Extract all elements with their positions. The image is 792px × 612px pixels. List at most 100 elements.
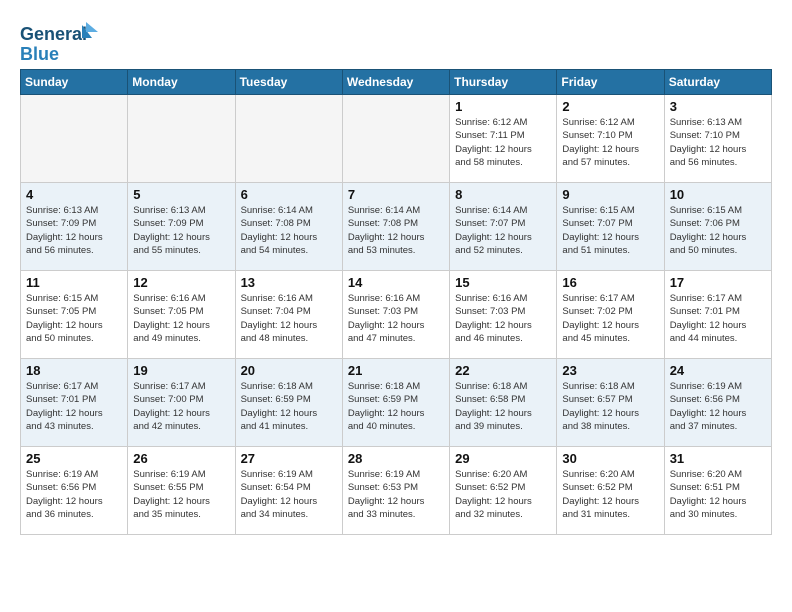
day-number: 16 — [562, 275, 658, 290]
col-header-monday: Monday — [128, 70, 235, 95]
day-number: 12 — [133, 275, 229, 290]
col-header-tuesday: Tuesday — [235, 70, 342, 95]
calendar-cell: 29 Sunrise: 6:20 AMSunset: 6:52 PMDayligh… — [450, 447, 557, 535]
calendar-cell: 27Sunrise: 6:19 AMSunset: 6:54 PMDayligh… — [235, 447, 342, 535]
logo: GeneralBlue — [20, 20, 100, 65]
day-info: Sunrise: 6:13 AMSunset: 7:09 PMDaylight:… — [26, 204, 122, 257]
calendar-cell: 4 Sunrise: 6:13 AMSunset: 7:09 PMDaylight… — [21, 183, 128, 271]
day-number: 6 — [241, 187, 337, 202]
calendar-cell: 28Sunrise: 6:19 AMSunset: 6:53 PMDayligh… — [342, 447, 449, 535]
calendar-week-row: 1 Sunrise: 6:12 AMSunset: 7:11 PMDaylight… — [21, 95, 772, 183]
svg-text:Blue: Blue — [20, 44, 59, 64]
day-info: Sunrise: 6:16 AMSunset: 7:04 PMDaylight:… — [241, 292, 337, 345]
calendar-cell: 21 Sunrise: 6:18 AMSunset: 6:59 PMDayligh… — [342, 359, 449, 447]
day-info: Sunrise: 6:14 AMSunset: 7:08 PMDaylight:… — [241, 204, 337, 257]
calendar-cell: 12Sunrise: 6:16 AMSunset: 7:05 PMDayligh… — [128, 271, 235, 359]
calendar-cell: 22Sunrise: 6:18 AMSunset: 6:58 PMDayligh… — [450, 359, 557, 447]
day-info: Sunrise: 6:13 AMSunset: 7:10 PMDaylight:… — [670, 116, 766, 169]
calendar-cell — [342, 95, 449, 183]
day-info: Sunrise: 6:15 AMSunset: 7:05 PMDaylight:… — [26, 292, 122, 345]
day-info: Sunrise: 6:17 AMSunset: 7:01 PMDaylight:… — [26, 380, 122, 433]
calendar-cell: 9Sunrise: 6:15 AMSunset: 7:07 PMDaylight… — [557, 183, 664, 271]
day-info: Sunrise: 6:20 AMSunset: 6:52 PMDaylight:… — [562, 468, 658, 521]
calendar-cell: 15 Sunrise: 6:16 AMSunset: 7:03 PMDayligh… — [450, 271, 557, 359]
day-info: Sunrise: 6:15 AMSunset: 7:07 PMDaylight:… — [562, 204, 658, 257]
calendar-table: SundayMondayTuesdayWednesdayThursdayFrid… — [20, 69, 772, 535]
day-number: 30 — [562, 451, 658, 466]
day-number: 15 — [455, 275, 551, 290]
col-header-saturday: Saturday — [664, 70, 771, 95]
calendar-cell: 23 Sunrise: 6:18 AMSunset: 6:57 PMDayligh… — [557, 359, 664, 447]
day-number: 10 — [670, 187, 766, 202]
calendar-cell: 10Sunrise: 6:15 AMSunset: 7:06 PMDayligh… — [664, 183, 771, 271]
day-info: Sunrise: 6:18 AMSunset: 6:59 PMDaylight:… — [241, 380, 337, 433]
day-info: Sunrise: 6:12 AMSunset: 7:10 PMDaylight:… — [562, 116, 658, 169]
col-header-friday: Friday — [557, 70, 664, 95]
day-number: 5 — [133, 187, 229, 202]
day-info: Sunrise: 6:14 AMSunset: 7:07 PMDaylight:… — [455, 204, 551, 257]
calendar-cell: 17 Sunrise: 6:17 AMSunset: 7:01 PMDayligh… — [664, 271, 771, 359]
calendar-cell: 16 Sunrise: 6:17 AMSunset: 7:02 PMDayligh… — [557, 271, 664, 359]
day-number: 28 — [348, 451, 444, 466]
day-info: Sunrise: 6:17 AMSunset: 7:02 PMDaylight:… — [562, 292, 658, 345]
day-info: Sunrise: 6:18 AMSunset: 6:58 PMDaylight:… — [455, 380, 551, 433]
day-number: 26 — [133, 451, 229, 466]
calendar-cell: 18 Sunrise: 6:17 AMSunset: 7:01 PMDayligh… — [21, 359, 128, 447]
day-number: 21 — [348, 363, 444, 378]
logo-svg: GeneralBlue — [20, 20, 100, 65]
calendar-cell: 19 Sunrise: 6:17 AMSunset: 7:00 PMDayligh… — [128, 359, 235, 447]
day-number: 1 — [455, 99, 551, 114]
calendar-cell: 6 Sunrise: 6:14 AMSunset: 7:08 PMDaylight… — [235, 183, 342, 271]
day-info: Sunrise: 6:19 AMSunset: 6:55 PMDaylight:… — [133, 468, 229, 521]
calendar-week-row: 18 Sunrise: 6:17 AMSunset: 7:01 PMDayligh… — [21, 359, 772, 447]
day-info: Sunrise: 6:20 AMSunset: 6:51 PMDaylight:… — [670, 468, 766, 521]
day-info: Sunrise: 6:18 AMSunset: 6:57 PMDaylight:… — [562, 380, 658, 433]
day-info: Sunrise: 6:12 AMSunset: 7:11 PMDaylight:… — [455, 116, 551, 169]
calendar-cell: 11 Sunrise: 6:15 AMSunset: 7:05 PMDayligh… — [21, 271, 128, 359]
day-info: Sunrise: 6:14 AMSunset: 7:08 PMDaylight:… — [348, 204, 444, 257]
day-number: 24 — [670, 363, 766, 378]
svg-text:General: General — [20, 24, 87, 44]
col-header-sunday: Sunday — [21, 70, 128, 95]
day-number: 29 — [455, 451, 551, 466]
calendar-cell: 7 Sunrise: 6:14 AMSunset: 7:08 PMDaylight… — [342, 183, 449, 271]
calendar-cell: 20 Sunrise: 6:18 AMSunset: 6:59 PMDayligh… — [235, 359, 342, 447]
calendar-cell — [235, 95, 342, 183]
page: GeneralBlue SundayMondayTuesdayWednesday… — [0, 0, 792, 551]
day-number: 27 — [241, 451, 337, 466]
calendar-cell: 1 Sunrise: 6:12 AMSunset: 7:11 PMDaylight… — [450, 95, 557, 183]
calendar-cell — [128, 95, 235, 183]
day-number: 31 — [670, 451, 766, 466]
day-number: 20 — [241, 363, 337, 378]
calendar-cell: 25 Sunrise: 6:19 AMSunset: 6:56 PMDayligh… — [21, 447, 128, 535]
calendar-cell: 5 Sunrise: 6:13 AMSunset: 7:09 PMDaylight… — [128, 183, 235, 271]
day-info: Sunrise: 6:16 AMSunset: 7:03 PMDaylight:… — [455, 292, 551, 345]
day-number: 11 — [26, 275, 122, 290]
calendar-cell: 26 Sunrise: 6:19 AMSunset: 6:55 PMDayligh… — [128, 447, 235, 535]
day-number: 14 — [348, 275, 444, 290]
day-info: Sunrise: 6:20 AMSunset: 6:52 PMDaylight:… — [455, 468, 551, 521]
day-number: 2 — [562, 99, 658, 114]
col-header-wednesday: Wednesday — [342, 70, 449, 95]
day-info: Sunrise: 6:17 AMSunset: 7:01 PMDaylight:… — [670, 292, 766, 345]
day-number: 8 — [455, 187, 551, 202]
day-info: Sunrise: 6:19 AMSunset: 6:56 PMDaylight:… — [26, 468, 122, 521]
calendar-cell: 31 Sunrise: 6:20 AMSunset: 6:51 PMDayligh… — [664, 447, 771, 535]
day-info: Sunrise: 6:18 AMSunset: 6:59 PMDaylight:… — [348, 380, 444, 433]
day-info: Sunrise: 6:17 AMSunset: 7:00 PMDaylight:… — [133, 380, 229, 433]
calendar-cell: 14 Sunrise: 6:16 AMSunset: 7:03 PMDayligh… — [342, 271, 449, 359]
calendar-week-row: 4 Sunrise: 6:13 AMSunset: 7:09 PMDaylight… — [21, 183, 772, 271]
day-number: 18 — [26, 363, 122, 378]
day-info: Sunrise: 6:16 AMSunset: 7:03 PMDaylight:… — [348, 292, 444, 345]
day-number: 17 — [670, 275, 766, 290]
day-number: 4 — [26, 187, 122, 202]
day-number: 13 — [241, 275, 337, 290]
day-number: 7 — [348, 187, 444, 202]
calendar-cell: 2 Sunrise: 6:12 AMSunset: 7:10 PMDaylight… — [557, 95, 664, 183]
day-info: Sunrise: 6:13 AMSunset: 7:09 PMDaylight:… — [133, 204, 229, 257]
header: GeneralBlue — [20, 16, 772, 65]
day-number: 19 — [133, 363, 229, 378]
calendar-header-row: SundayMondayTuesdayWednesdayThursdayFrid… — [21, 70, 772, 95]
day-number: 23 — [562, 363, 658, 378]
day-number: 25 — [26, 451, 122, 466]
